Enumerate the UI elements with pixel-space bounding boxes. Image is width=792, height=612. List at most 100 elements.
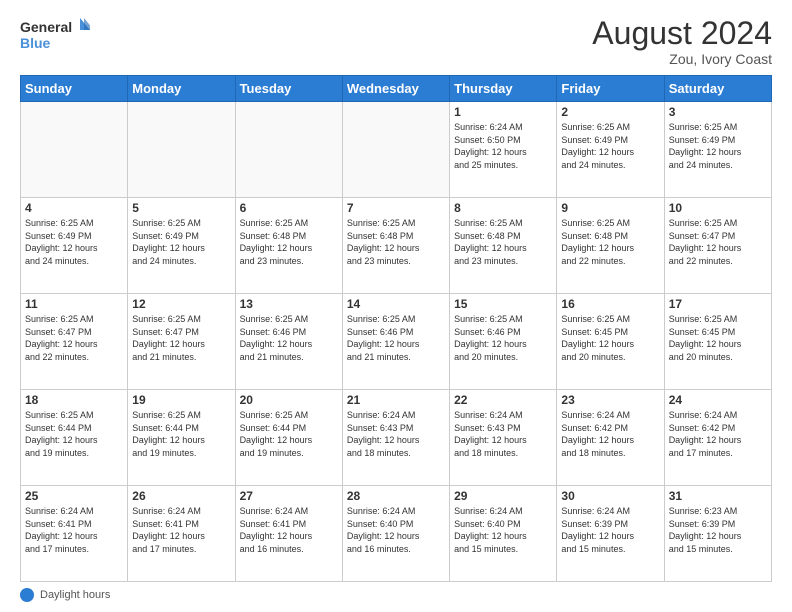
table-cell: 17Sunrise: 6:25 AMSunset: 6:45 PMDayligh… — [664, 294, 771, 390]
table-cell: 14 Sunrise: 6:25 AMSunset: 6:46 PMDayligh… — [342, 294, 449, 390]
day-number: 21 — [347, 393, 445, 407]
day-info: Sunrise: 6:25 AMSunset: 6:45 PMDaylight:… — [669, 313, 767, 363]
table-cell: 1Sunrise: 6:24 AMSunset: 6:50 PMDaylight… — [450, 102, 557, 198]
table-cell: 16 Sunrise: 6:25 AMSunset: 6:45 PMDayligh… — [557, 294, 664, 390]
day-number: 4 — [25, 201, 123, 215]
day-info: Sunrise: 6:25 AMSunset: 6:48 PMDaylight:… — [561, 217, 659, 267]
day-number: 31 — [669, 489, 767, 503]
day-number: 16 — [561, 297, 659, 311]
day-info: Sunrise: 6:25 AMSunset: 6:49 PMDaylight:… — [132, 217, 230, 267]
table-cell: 19 Sunrise: 6:25 AMSunset: 6:44 PMDayligh… — [128, 390, 235, 486]
day-info: Sunrise: 6:24 AMSunset: 6:42 PMDaylight:… — [669, 409, 767, 459]
daylight-label: Daylight hours — [40, 589, 110, 601]
header-tuesday: Tuesday — [235, 76, 342, 102]
logo: General Blue — [20, 16, 90, 52]
daylight-dot — [20, 588, 34, 602]
svg-text:Blue: Blue — [20, 35, 51, 51]
table-cell — [235, 102, 342, 198]
day-info: Sunrise: 6:25 AMSunset: 6:48 PMDaylight:… — [240, 217, 338, 267]
day-info: Sunrise: 6:24 AMSunset: 6:43 PMDaylight:… — [454, 409, 552, 459]
day-number: 28 — [347, 489, 445, 503]
day-number: 9 — [561, 201, 659, 215]
day-number: 18 — [25, 393, 123, 407]
header-thursday: Thursday — [450, 76, 557, 102]
week-row-4: 18 Sunrise: 6:25 AMSunset: 6:44 PMDayligh… — [21, 390, 772, 486]
calendar-table: Sunday Monday Tuesday Wednesday Thursday… — [20, 75, 772, 582]
day-info: Sunrise: 6:25 AMSunset: 6:48 PMDaylight:… — [347, 217, 445, 267]
header-wednesday: Wednesday — [342, 76, 449, 102]
title-block: August 2024 Zou, Ivory Coast — [592, 16, 772, 67]
day-number: 29 — [454, 489, 552, 503]
table-cell: 23 Sunrise: 6:24 AMSunset: 6:42 PMDayligh… — [557, 390, 664, 486]
day-number: 2 — [561, 105, 659, 119]
day-info: Sunrise: 6:25 AMSunset: 6:46 PMDaylight:… — [454, 313, 552, 363]
day-info: Sunrise: 6:25 AMSunset: 6:47 PMDaylight:… — [132, 313, 230, 363]
day-info: Sunrise: 6:24 AMSunset: 6:50 PMDaylight:… — [454, 121, 552, 171]
header-saturday: Saturday — [664, 76, 771, 102]
table-cell: 18 Sunrise: 6:25 AMSunset: 6:44 PMDayligh… — [21, 390, 128, 486]
header-friday: Friday — [557, 76, 664, 102]
weekday-header-row: Sunday Monday Tuesday Wednesday Thursday… — [21, 76, 772, 102]
page: General Blue August 2024 Zou, Ivory Coas… — [0, 0, 792, 612]
day-number: 19 — [132, 393, 230, 407]
table-cell — [128, 102, 235, 198]
day-number: 5 — [132, 201, 230, 215]
day-info: Sunrise: 6:25 AMSunset: 6:44 PMDaylight:… — [240, 409, 338, 459]
table-cell: 20 Sunrise: 6:25 AMSunset: 6:44 PMDayligh… — [235, 390, 342, 486]
footer: Daylight hours — [20, 588, 772, 602]
day-info: Sunrise: 6:25 AMSunset: 6:47 PMDaylight:… — [669, 217, 767, 267]
table-cell: 22 Sunrise: 6:24 AMSunset: 6:43 PMDayligh… — [450, 390, 557, 486]
day-number: 15 — [454, 297, 552, 311]
day-info: Sunrise: 6:23 AMSunset: 6:39 PMDaylight:… — [669, 505, 767, 555]
day-info: Sunrise: 6:24 AMSunset: 6:41 PMDaylight:… — [240, 505, 338, 555]
day-number: 14 — [347, 297, 445, 311]
table-cell: 29 Sunrise: 6:24 AMSunset: 6:40 PMDayligh… — [450, 486, 557, 582]
table-cell: 30Sunrise: 6:24 AMSunset: 6:39 PMDayligh… — [557, 486, 664, 582]
day-info: Sunrise: 6:24 AMSunset: 6:40 PMDaylight:… — [347, 505, 445, 555]
table-cell: 27Sunrise: 6:24 AMSunset: 6:41 PMDayligh… — [235, 486, 342, 582]
day-info: Sunrise: 6:25 AMSunset: 6:44 PMDaylight:… — [25, 409, 123, 459]
table-cell — [342, 102, 449, 198]
day-number: 24 — [669, 393, 767, 407]
table-cell: 8Sunrise: 6:25 AMSunset: 6:48 PMDaylight… — [450, 198, 557, 294]
day-number: 11 — [25, 297, 123, 311]
day-info: Sunrise: 6:25 AMSunset: 6:46 PMDaylight:… — [240, 313, 338, 363]
day-number: 26 — [132, 489, 230, 503]
table-cell: 9 Sunrise: 6:25 AMSunset: 6:48 PMDaylight… — [557, 198, 664, 294]
table-cell: 5 Sunrise: 6:25 AMSunset: 6:49 PMDaylight… — [128, 198, 235, 294]
table-cell: 28 Sunrise: 6:24 AMSunset: 6:40 PMDayligh… — [342, 486, 449, 582]
day-info: Sunrise: 6:25 AMSunset: 6:45 PMDaylight:… — [561, 313, 659, 363]
header-monday: Monday — [128, 76, 235, 102]
table-cell: 6 Sunrise: 6:25 AMSunset: 6:48 PMDaylight… — [235, 198, 342, 294]
day-number: 20 — [240, 393, 338, 407]
day-info: Sunrise: 6:25 AMSunset: 6:44 PMDaylight:… — [132, 409, 230, 459]
day-number: 22 — [454, 393, 552, 407]
day-info: Sunrise: 6:25 AMSunset: 6:46 PMDaylight:… — [347, 313, 445, 363]
table-cell: 21Sunrise: 6:24 AMSunset: 6:43 PMDayligh… — [342, 390, 449, 486]
table-cell: 24 Sunrise: 6:24 AMSunset: 6:42 PMDayligh… — [664, 390, 771, 486]
day-number: 6 — [240, 201, 338, 215]
day-number: 8 — [454, 201, 552, 215]
header: General Blue August 2024 Zou, Ivory Coas… — [20, 16, 772, 67]
table-cell: 26 Sunrise: 6:24 AMSunset: 6:41 PMDayligh… — [128, 486, 235, 582]
table-cell — [21, 102, 128, 198]
day-number: 7 — [347, 201, 445, 215]
day-info: Sunrise: 6:24 AMSunset: 6:41 PMDaylight:… — [132, 505, 230, 555]
day-info: Sunrise: 6:24 AMSunset: 6:40 PMDaylight:… — [454, 505, 552, 555]
table-cell: 4 Sunrise: 6:25 AMSunset: 6:49 PMDaylight… — [21, 198, 128, 294]
table-cell: 25Sunrise: 6:24 AMSunset: 6:41 PMDayligh… — [21, 486, 128, 582]
table-cell: 2Sunrise: 6:25 AMSunset: 6:49 PMDaylight… — [557, 102, 664, 198]
day-info: Sunrise: 6:24 AMSunset: 6:41 PMDaylight:… — [25, 505, 123, 555]
day-number: 12 — [132, 297, 230, 311]
table-cell: 7 Sunrise: 6:25 AMSunset: 6:48 PMDaylight… — [342, 198, 449, 294]
day-info: Sunrise: 6:25 AMSunset: 6:49 PMDaylight:… — [25, 217, 123, 267]
day-number: 23 — [561, 393, 659, 407]
table-cell: 3Sunrise: 6:25 AMSunset: 6:49 PMDaylight… — [664, 102, 771, 198]
day-number: 10 — [669, 201, 767, 215]
day-number: 30 — [561, 489, 659, 503]
logo-svg: General Blue — [20, 16, 90, 52]
svg-text:General: General — [20, 19, 72, 35]
day-info: Sunrise: 6:24 AMSunset: 6:42 PMDaylight:… — [561, 409, 659, 459]
day-info: Sunrise: 6:25 AMSunset: 6:47 PMDaylight:… — [25, 313, 123, 363]
week-row-2: 4 Sunrise: 6:25 AMSunset: 6:49 PMDaylight… — [21, 198, 772, 294]
